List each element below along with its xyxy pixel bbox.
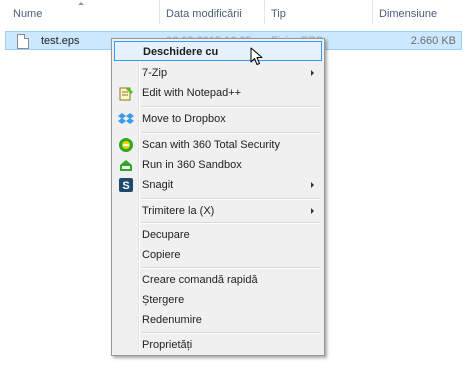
snagit-icon: S: [119, 178, 133, 192]
file-icon: [17, 34, 29, 49]
menu-item-label: Deschidere cu: [143, 46, 219, 58]
menu-separator: [142, 332, 320, 334]
file-name: test.eps: [41, 35, 80, 47]
menu-separator: [142, 222, 320, 224]
menu-item-scan-360[interactable]: Scan with 360 Total Security: [114, 135, 322, 155]
menu-item-open-with[interactable]: Deschidere cu: [114, 41, 322, 61]
submenu-arrow-icon: [311, 70, 314, 76]
svg-text:S: S: [122, 180, 129, 192]
column-divider[interactable]: [159, 0, 160, 24]
menu-item-cut[interactable]: Decupare: [114, 225, 322, 245]
column-header-bar: Nume Data modificării Tip Dimensiune: [0, 0, 464, 24]
sort-ascending-icon: [78, 2, 84, 5]
menu-item-rename[interactable]: Redenumire: [114, 310, 322, 330]
menu-item-label: Snagit: [142, 179, 174, 191]
menu-item-notepad[interactable]: Edit with Notepad++: [114, 83, 322, 103]
menu-item-7zip[interactable]: 7-Zip: [114, 63, 322, 83]
menu-item-label: Copiere: [142, 249, 181, 261]
menu-item-label: Scan with 360 Total Security: [142, 139, 280, 151]
menu-item-label: Move to Dropbox: [142, 113, 226, 125]
menu-separator: [142, 106, 320, 108]
menu-separator: [142, 198, 320, 200]
menu-separator: [142, 267, 320, 269]
menu-item-label: 7-Zip: [142, 67, 168, 79]
menu-item-label: Trimitere la (X): [142, 205, 215, 217]
menu-item-create-shortcut[interactable]: Creare comandă rapidă: [114, 270, 322, 290]
menu-item-properties[interactable]: Proprietăți: [114, 335, 322, 355]
menu-item-dropbox[interactable]: Move to Dropbox: [114, 109, 322, 129]
360-total-security-icon: [119, 138, 133, 152]
file-size: 2.660 KB: [410, 35, 456, 47]
menu-item-label: Edit with Notepad++: [142, 87, 242, 99]
menu-item-sandbox-360[interactable]: Run in 360 Sandbox: [114, 155, 322, 175]
dropbox-icon: [118, 113, 134, 124]
menu-item-label: Decupare: [142, 229, 190, 241]
360-sandbox-icon: [120, 160, 132, 171]
menu-item-copy[interactable]: Copiere: [114, 245, 322, 265]
notepad-plus-plus-icon: [119, 87, 133, 101]
submenu-arrow-icon: [311, 182, 314, 188]
column-divider[interactable]: [372, 0, 373, 24]
menu-item-label: Redenumire: [142, 314, 202, 326]
context-menu: Deschidere cu 7-Zip Edit with Notepad++ …: [111, 38, 325, 356]
column-header-size[interactable]: Dimensiune: [379, 8, 437, 20]
column-header-type[interactable]: Tip: [271, 8, 286, 20]
menu-item-label: Ștergere: [142, 294, 185, 306]
column-header-date[interactable]: Data modificării: [166, 8, 242, 20]
column-divider[interactable]: [264, 0, 265, 24]
menu-item-delete[interactable]: Ștergere: [114, 290, 322, 310]
mouse-cursor-icon: [250, 47, 263, 65]
menu-item-label: Proprietăți: [142, 339, 193, 351]
submenu-arrow-icon: [311, 208, 314, 214]
menu-item-send-to[interactable]: Trimitere la (X): [114, 201, 322, 221]
menu-separator: [142, 132, 320, 134]
menu-item-label: Run in 360 Sandbox: [142, 159, 242, 171]
menu-item-label: Creare comandă rapidă: [142, 274, 258, 286]
menu-item-snagit[interactable]: S Snagit: [114, 175, 322, 195]
column-header-name[interactable]: Nume: [13, 8, 42, 20]
